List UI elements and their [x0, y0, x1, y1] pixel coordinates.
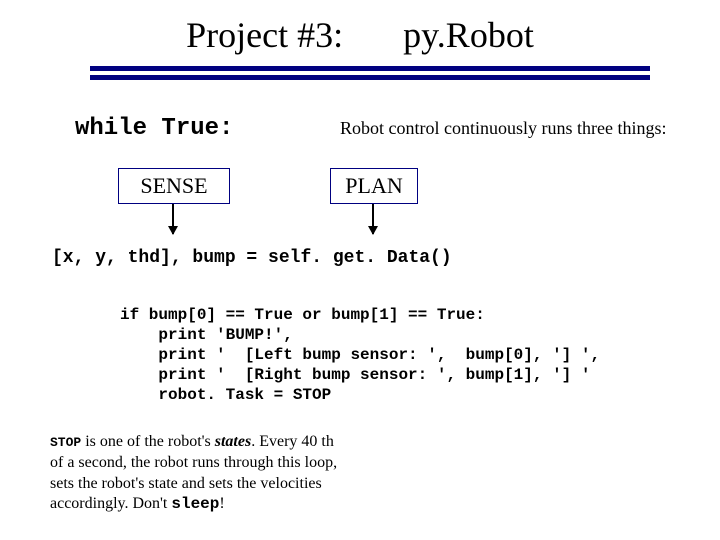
title-left: Project #3:: [186, 15, 343, 55]
arrow-plan: [372, 204, 374, 234]
arrow-sense: [172, 204, 174, 234]
footnote-sleep: sleep: [171, 495, 219, 513]
code-bump-block: if bump[0] == True or bump[1] == True: p…: [120, 305, 600, 405]
footnote-p1c: !: [219, 495, 224, 512]
footnote-stop: STOP: [50, 435, 81, 450]
sense-label: SENSE: [140, 173, 207, 198]
footnote: STOP is one of the robot's states. Every…: [50, 432, 350, 515]
while-true-code: while True:: [75, 115, 233, 142]
subtitle-text: Robot control continuously runs three th…: [340, 118, 666, 139]
slide-title: Project #3: py.Robot: [0, 14, 720, 56]
plan-label: PLAN: [345, 173, 402, 198]
title-right: py.Robot: [403, 15, 534, 55]
sense-box: SENSE: [118, 168, 230, 204]
title-underline: [90, 66, 650, 84]
plan-box: PLAN: [330, 168, 418, 204]
footnote-states: states: [215, 433, 251, 450]
code-getdata: [x, y, thd], bump = self. get. Data(): [52, 248, 452, 268]
footnote-p1a: is one of the robot's: [81, 433, 215, 450]
